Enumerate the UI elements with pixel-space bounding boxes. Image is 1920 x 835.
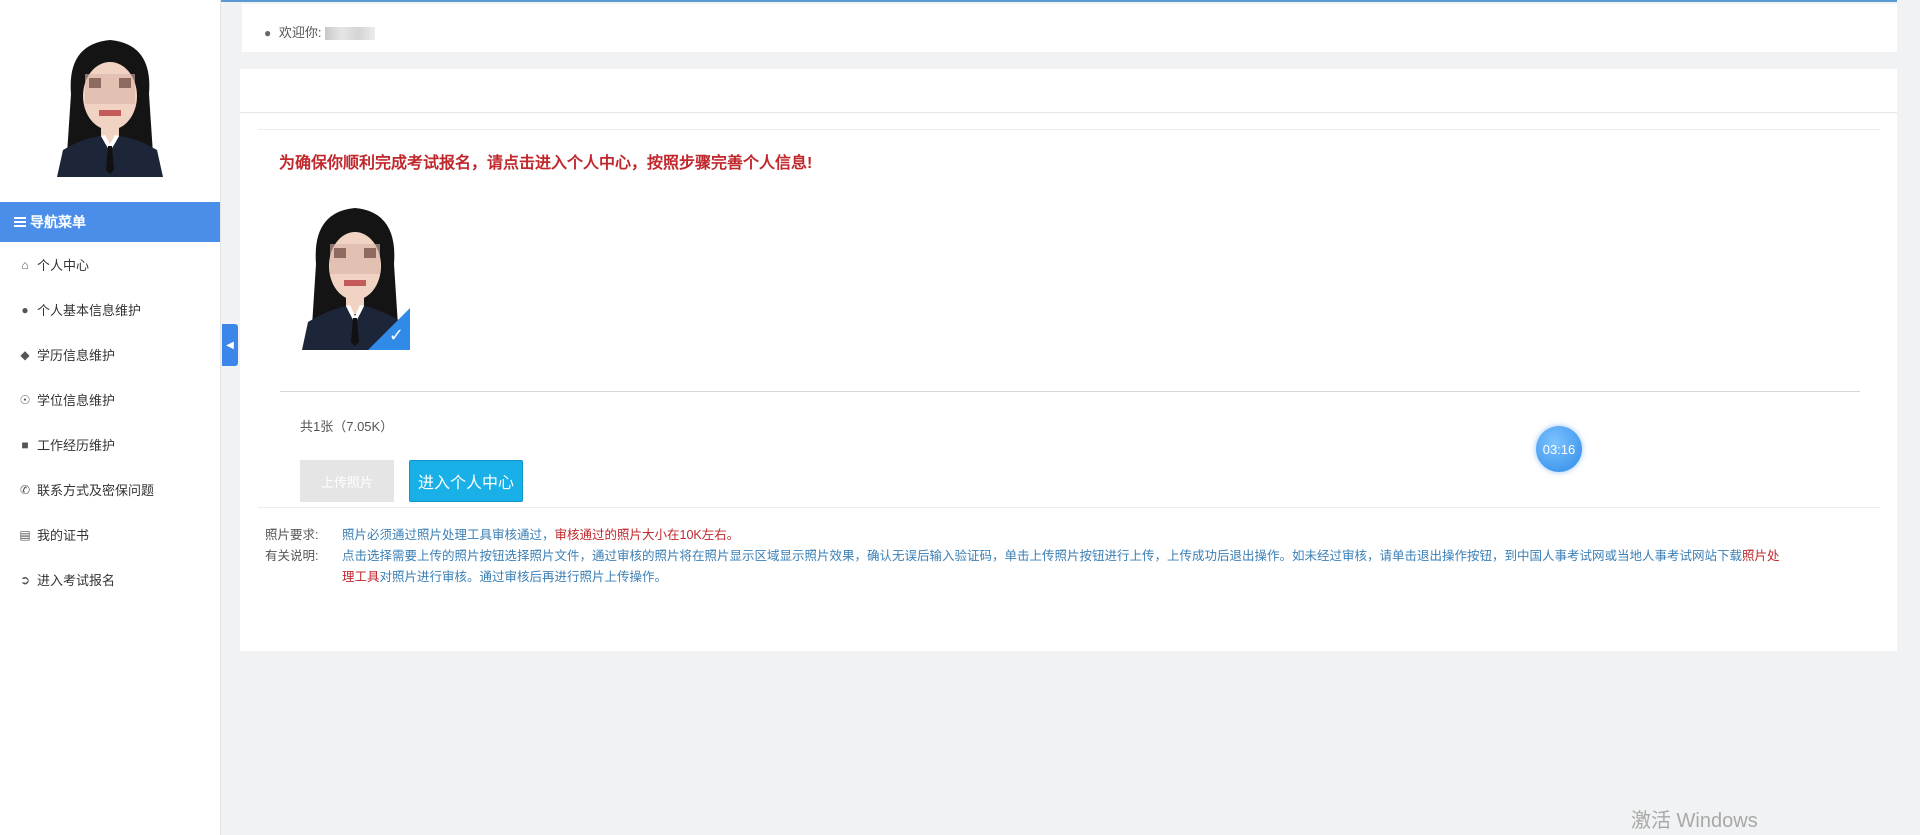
requirement-label: 照片要求:: [265, 528, 319, 542]
requirement-highlight: 审核通过的照片大小在10K左右。: [554, 528, 740, 542]
instructions-label: 有关说明:: [265, 549, 319, 563]
instructions-part-1: 点击选择需要上传的照片按钮选择照片文件，通过审核的照片将在照片显示区域显示照片效…: [342, 549, 1743, 563]
sidebar-item-work-experience[interactable]: ■ 工作经历维护: [0, 422, 220, 467]
sidebar-collapse-button[interactable]: ◀: [222, 324, 238, 366]
medal-icon: ☉: [19, 392, 31, 407]
briefcase-icon: ■: [21, 437, 29, 452]
top-accent-line: [0, 0, 1920, 2]
sidebar-item-contact-security[interactable]: ✆ 联系方式及密保问题: [0, 467, 220, 512]
divider: [240, 112, 1900, 113]
top-bar: ● 欢迎你:: [242, 4, 1897, 52]
photo-count: 共1张（7.05K）: [300, 419, 394, 434]
sidebar-item-certificates[interactable]: ▤ 我的证书: [0, 512, 220, 557]
home-icon: ⌂: [21, 257, 29, 272]
sidebar: 导航菜单 ⌂ 个人中心 ● 个人基本信息维护 ◆ 学历信息维护 ☉ 学位信息维护…: [0, 0, 221, 835]
divider: [258, 507, 1880, 508]
countdown-timer: 03:16: [1536, 426, 1582, 472]
welcome-text: ● 欢迎你:: [264, 22, 376, 41]
enter-personal-center-button[interactable]: 进入个人中心: [409, 460, 523, 502]
book-icon: ▤: [19, 527, 31, 542]
sidebar-item-personal-center[interactable]: ⌂ 个人中心: [0, 242, 220, 287]
welcome-label: 欢迎你:: [278, 25, 322, 40]
sidebar-item-label: 工作经历维护: [37, 438, 116, 453]
check-icon: ✓: [388, 325, 404, 345]
requirement-text: 照片必须通过照片处理工具审核通过，审核通过的照片大小在10K左右。: [342, 525, 1792, 546]
sidebar-item-label: 学历信息维护: [37, 348, 116, 363]
sidebar-item-degree[interactable]: ☉ 学位信息维护: [0, 377, 220, 422]
nav-list: ⌂ 个人中心 ● 个人基本信息维护 ◆ 学历信息维护 ☉ 学位信息维护 ■ 工作…: [0, 242, 220, 602]
nav-menu-title: 导航菜单: [30, 214, 86, 230]
windows-activation-watermark: 激活 Windows: [1631, 810, 1758, 832]
upload-photo-button[interactable]: 上传照片: [300, 460, 394, 502]
requirement-normal: 照片必须通过照片处理工具审核通过，: [342, 528, 555, 542]
user-icon: ●: [264, 26, 272, 40]
sidebar-item-label: 我的证书: [37, 528, 90, 543]
notice-text: 为确保你顺利完成考试报名，请点击进入个人中心，按照步骤完善个人信息!: [279, 155, 813, 172]
uploaded-photo[interactable]: ✓: [300, 204, 410, 350]
sidebar-item-education[interactable]: ◆ 学历信息维护: [0, 332, 220, 377]
divider: [280, 391, 1860, 392]
blurred-user-name: [325, 27, 376, 41]
sidebar-item-exam-registration[interactable]: ➲ 进入考试报名: [0, 557, 220, 602]
sidebar-avatar: [53, 34, 167, 177]
sidebar-item-label: 进入考试报名: [37, 573, 116, 588]
menu-bars-icon: [14, 217, 26, 227]
sidebar-item-basic-info[interactable]: ● 个人基本信息维护: [0, 287, 220, 332]
sidebar-item-label: 个人基本信息维护: [37, 303, 142, 318]
phone-icon: ✆: [19, 482, 31, 497]
instructions-part-2: 对照片进行审核。通过审核后再进行照片上传操作。: [379, 570, 668, 584]
instructions-text: 点击选择需要上传的照片按钮选择照片文件，通过审核的照片将在照片显示区域显示照片效…: [342, 546, 1792, 588]
user-icon: ●: [21, 302, 29, 317]
sidebar-item-label: 联系方式及密保问题: [37, 483, 155, 498]
photo-info: 照片要求: 照片必须通过照片处理工具审核通过，审核通过的照片大小在10K左右。 …: [265, 525, 1792, 588]
window-edge: [1897, 0, 1920, 835]
caret-left-icon: ◀: [226, 339, 234, 351]
nav-menu-header: 导航菜单: [0, 202, 220, 242]
sidebar-item-label: 学位信息维护: [37, 393, 116, 408]
sidebar-item-label: 个人中心: [37, 258, 90, 273]
graduation-cap-icon: ◆: [20, 347, 30, 362]
main-panel: 为确保你顺利完成考试报名，请点击进入个人中心，按照步骤完善个人信息! ✓ 共1张…: [240, 69, 1900, 651]
requirement-row: 照片要求: 照片必须通过照片处理工具审核通过，审核通过的照片大小在10K左右。: [265, 525, 1792, 546]
instructions-row: 有关说明: 点击选择需要上传的照片按钮选择照片文件，通过审核的照片将在照片显示区…: [265, 546, 1792, 588]
divider: [258, 129, 1880, 130]
arrow-circle-icon: ➲: [19, 572, 31, 587]
